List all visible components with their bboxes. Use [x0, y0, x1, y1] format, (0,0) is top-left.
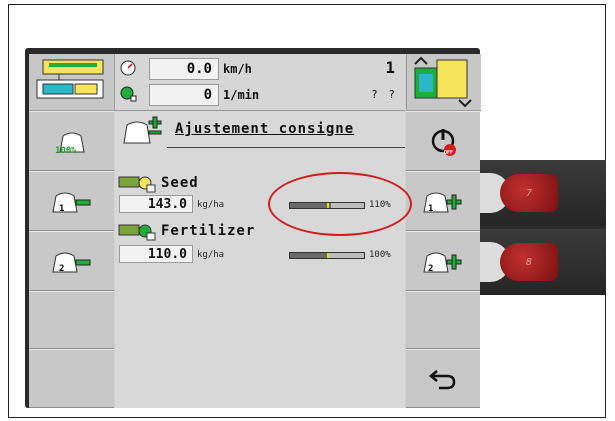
hardware-key-8[interactable]: 8 [500, 243, 558, 281]
right-empty-button-4[interactable] [406, 291, 480, 349]
rpm-icon [120, 86, 137, 102]
product-1-rate-unit: kg/ha [197, 200, 225, 210]
product-1-rate[interactable]: 143.0 [119, 195, 193, 213]
hardware-key-row-2: 8 [480, 229, 606, 295]
hardware-keys-photo: 7 8 [480, 160, 606, 295]
hardware-key-row-1: 7 [480, 160, 606, 226]
product-2-percent: 100% [369, 250, 391, 260]
back-button[interactable] [406, 349, 480, 408]
title-divider [167, 147, 405, 148]
hardware-key-7[interactable]: 7 [500, 174, 558, 212]
highlight-annotation [268, 172, 412, 236]
bag-minus-icon [51, 192, 90, 213]
product-2-nominal-marker [327, 253, 329, 258]
header-readouts: 0.0 km/h 0 1/min 1 ? ? [115, 54, 405, 111]
power-off-button[interactable]: OFF [406, 111, 480, 171]
product-2-rate-unit: kg/ha [197, 250, 225, 260]
machine-overview-button[interactable] [29, 54, 115, 111]
power-off-icon [431, 129, 456, 156]
product-number-1: 1 [59, 204, 65, 214]
rate-adjust-icon [123, 116, 162, 144]
bag-minus-icon [51, 252, 90, 273]
rpm-readout: 0 [149, 84, 219, 106]
speed-unit: km/h [223, 62, 252, 76]
spreader-icon [118, 224, 156, 241]
rpm-unit: 1/min [223, 88, 260, 102]
product-2-percent-fill [290, 253, 327, 258]
product-2-rate-value: 110.0 [147, 246, 187, 262]
product-number-2: 2 [59, 264, 65, 274]
machine-layout-icon [36, 59, 104, 99]
product-1-rate-value: 143.0 [147, 196, 187, 212]
hardware-key-7-label: 7 [525, 187, 533, 199]
product-1-decrease-button[interactable]: 1 [29, 171, 114, 231]
product-2-increase-button[interactable]: 2 [406, 231, 480, 291]
product-2-decrease-button[interactable]: 2 [29, 231, 114, 291]
rpm-value: 0 [203, 87, 212, 103]
left-empty-button-5[interactable] [29, 349, 114, 408]
product-number-1-right: 1 [428, 204, 434, 214]
speed-value: 0.0 [186, 61, 212, 77]
section-unknown: ? ? [371, 88, 397, 101]
product-2-name: Fertilizer [161, 223, 256, 239]
section-map-icon [414, 56, 472, 108]
speedometer-icon [120, 60, 136, 76]
product-2-percent-bar [289, 252, 365, 259]
page-title: Ajustement consigne [175, 121, 355, 137]
section-map-button[interactable] [406, 54, 481, 111]
hardware-key-8-label: 8 [525, 256, 533, 268]
rate-100-percent-button[interactable]: 100% [29, 111, 114, 171]
product-1-increase-button[interactable]: 1 [406, 171, 480, 231]
badge-100: 100% [55, 146, 77, 156]
product-number-2-right: 2 [428, 264, 434, 274]
off-badge: OFF [444, 150, 454, 156]
product-1-name: Seed [161, 175, 199, 191]
back-arrow-icon [429, 369, 456, 389]
seeder-icon [118, 176, 156, 193]
section-count: 1 [385, 58, 395, 77]
rate-adjust-panel: Ajustement consigne Seed 143.0 kg/ha 110… [115, 111, 405, 408]
product-2-rate[interactable]: 110.0 [119, 245, 193, 263]
left-empty-button-4[interactable] [29, 291, 114, 349]
speed-readout: 0.0 [149, 58, 219, 80]
